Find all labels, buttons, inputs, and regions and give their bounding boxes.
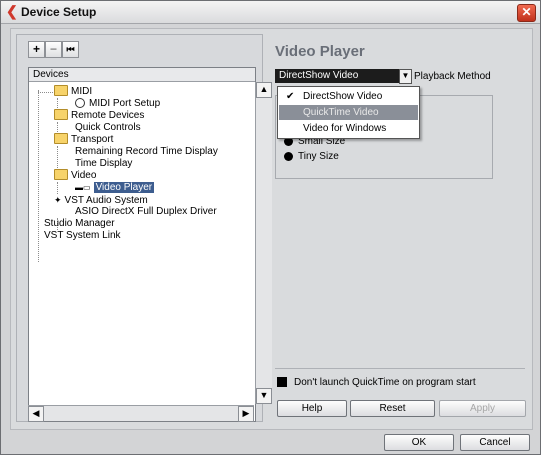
menu-item-quicktime[interactable]: QuickTime Video bbox=[279, 105, 418, 120]
audio-system-icon: ✦ bbox=[54, 195, 62, 205]
reset-button[interactable]: Reset bbox=[350, 400, 435, 417]
devices-tree-header: Devices bbox=[29, 68, 255, 82]
separator bbox=[275, 368, 525, 369]
tree-item-remaining-record-time[interactable]: Remaining Record Time Display bbox=[57, 146, 218, 158]
tree-item-label: VST Audio System bbox=[64, 195, 148, 206]
tree-item-label: ASIO DirectX Full Duplex Driver bbox=[75, 206, 217, 217]
scroll-up-icon[interactable]: ▲ bbox=[256, 82, 272, 98]
tree-item-video-player[interactable]: ▬▭ Video Player bbox=[57, 182, 155, 194]
dont-launch-quicktime-label: Don't launch QuickTime on program start bbox=[294, 377, 476, 388]
tree-item-video[interactable]: Video bbox=[38, 169, 97, 182]
tree-item-label: Studio Manager bbox=[44, 218, 115, 229]
app-icon: ❮ bbox=[6, 3, 18, 19]
tree-vertical-scrollbar[interactable]: ▲ ▼ bbox=[255, 82, 272, 404]
close-button[interactable]: ✕ bbox=[517, 4, 536, 22]
check-icon: ✔ bbox=[286, 91, 295, 102]
tiny-size-radio[interactable]: Tiny Size bbox=[284, 151, 339, 162]
tree-item-label: Time Display bbox=[75, 158, 133, 169]
folder-icon bbox=[54, 169, 68, 180]
dont-launch-quicktime-checkbox[interactable] bbox=[277, 377, 287, 387]
device-setup-window: ❮ Device Setup ✕ + − ⏮ Devices MIDI MIDI… bbox=[0, 0, 541, 455]
tree-item-label: Video Player bbox=[93, 182, 155, 193]
cancel-button[interactable]: Cancel bbox=[460, 434, 530, 451]
ok-button[interactable]: OK bbox=[384, 434, 454, 451]
tree-item-asio-driver[interactable]: ASIO DirectX Full Duplex Driver bbox=[57, 206, 217, 218]
tree-item-label: Video bbox=[71, 170, 97, 182]
panel-title: Video Player bbox=[275, 43, 365, 60]
apply-button[interactable]: Apply bbox=[439, 400, 526, 417]
playback-method-menu: ✔ DirectShow Video QuickTime Video Video … bbox=[277, 86, 420, 139]
playback-method-label: Playback Method bbox=[414, 71, 491, 82]
tiny-size-label: Tiny Size bbox=[298, 151, 339, 162]
tree-item-midi[interactable]: MIDI bbox=[38, 85, 93, 98]
add-device-button[interactable]: + bbox=[28, 41, 45, 58]
menu-item-directshow[interactable]: ✔ DirectShow Video bbox=[279, 89, 418, 104]
window-title: Device Setup bbox=[21, 5, 97, 19]
playback-method-dropdown[interactable]: DirectShow Video bbox=[275, 69, 411, 83]
chevron-down-icon[interactable]: ▼ bbox=[399, 69, 412, 84]
tree-item-label: Remote Devices bbox=[71, 110, 145, 122]
tree-item-remote-devices[interactable]: Remote Devices bbox=[38, 109, 145, 122]
tree-item-label: MIDI bbox=[71, 86, 93, 98]
devices-tree: Devices MIDI MIDI Port Setup Remote Devi… bbox=[28, 67, 256, 422]
tree-item-midi-port-setup[interactable]: MIDI Port Setup bbox=[57, 98, 160, 110]
tree-item-label: VST System Link bbox=[44, 230, 121, 241]
title-bar: ❮ Device Setup ✕ bbox=[1, 1, 540, 24]
folder-icon bbox=[54, 109, 68, 120]
tree-item-time-display[interactable]: Time Display bbox=[57, 158, 132, 170]
tree-horizontal-scrollbar[interactable]: ◀ ▶ bbox=[28, 405, 254, 422]
menu-item-label: QuickTime Video bbox=[303, 107, 379, 118]
tree-item-transport[interactable]: Transport bbox=[38, 133, 114, 146]
scroll-left-icon[interactable]: ◀ bbox=[28, 406, 44, 422]
scroll-down-icon[interactable]: ▼ bbox=[256, 388, 272, 404]
tree-item-quick-controls[interactable]: Quick Controls bbox=[57, 122, 141, 134]
midi-port-icon bbox=[75, 98, 85, 109]
folder-icon bbox=[54, 133, 68, 144]
radio-icon bbox=[284, 151, 293, 161]
folder-icon bbox=[54, 85, 68, 96]
menu-item-label: Video for Windows bbox=[303, 123, 387, 134]
tree-item-vst-system-link[interactable]: VST System Link bbox=[38, 230, 121, 242]
help-button[interactable]: Help bbox=[277, 400, 347, 417]
menu-item-label: DirectShow Video bbox=[303, 91, 383, 102]
reset-device-button[interactable]: ⏮ bbox=[62, 41, 79, 58]
tree-item-label: MIDI Port Setup bbox=[89, 98, 161, 109]
menu-item-video-for-windows[interactable]: Video for Windows bbox=[279, 121, 418, 136]
tree-item-studio-manager[interactable]: Studio Manager bbox=[38, 218, 115, 230]
tree-item-label: Transport bbox=[71, 134, 114, 146]
tree-item-label: Remaining Record Time Display bbox=[75, 146, 218, 157]
scroll-right-icon[interactable]: ▶ bbox=[238, 406, 254, 422]
tree-item-label: Quick Controls bbox=[75, 122, 141, 133]
video-player-icon: ▬▭ bbox=[75, 183, 91, 192]
remove-device-button[interactable]: − bbox=[45, 41, 62, 58]
